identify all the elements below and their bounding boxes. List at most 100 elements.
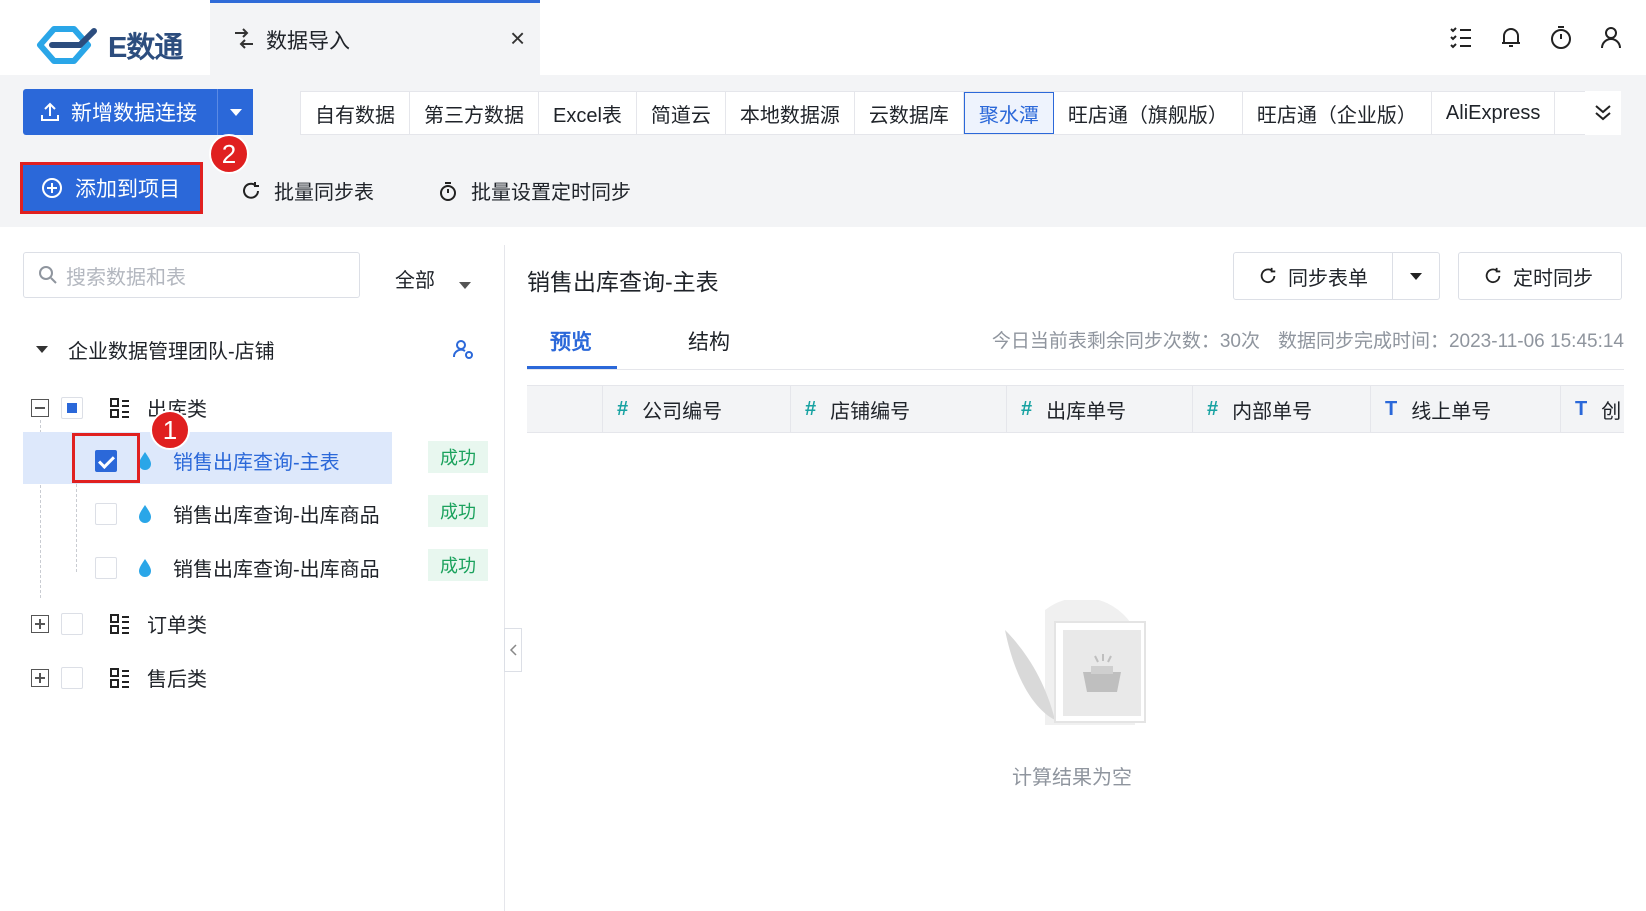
- last-sync-time: 数据同步完成时间：2023-11-06 15:45:14: [1277, 331, 1624, 352]
- user-icon[interactable]: [1598, 24, 1624, 50]
- category-icon: [110, 667, 129, 688]
- collapse-icon[interactable]: [31, 398, 49, 417]
- category-row[interactable]: 售后类: [31, 663, 207, 692]
- remaining-syncs: 今日当前表剩余同步次数：30次: [991, 331, 1260, 352]
- expand-icon[interactable]: [31, 668, 49, 687]
- search-placeholder: 搜索数据和表: [66, 266, 186, 289]
- add-to-project-button[interactable]: 添加到项目: [20, 162, 203, 214]
- category-checkbox[interactable]: [61, 666, 83, 689]
- top-bar: E数通 数据导入 ×: [0, 0, 1646, 75]
- batch-sync-label: 批量同步表: [274, 182, 374, 204]
- sync-form-main[interactable]: 同步表单: [1234, 253, 1394, 299]
- batch-sync-button[interactable]: 批量同步表: [240, 176, 374, 205]
- column-name: 公司编号: [642, 400, 723, 423]
- source-tab[interactable]: 简道云: [637, 92, 726, 134]
- tab-structure[interactable]: 结构: [688, 326, 730, 356]
- table-checkbox[interactable]: [95, 556, 117, 579]
- table-label: 销售出库查询-出库商品: [173, 505, 380, 527]
- sync-form-label: 同步表单: [1288, 267, 1368, 290]
- tab-label: 数据导入: [266, 30, 350, 53]
- refresh-icon: [1260, 267, 1276, 283]
- table-checkbox[interactable]: [95, 502, 117, 525]
- category-icon: [110, 613, 129, 634]
- refresh-icon: [1485, 267, 1501, 283]
- tab-data-import[interactable]: 数据导入 ×: [210, 0, 540, 75]
- column-header[interactable]: # 内部单号: [1192, 386, 1370, 432]
- column-header[interactable]: T 创: [1560, 386, 1624, 432]
- table-row[interactable]: 销售出库查询-出库商品: [95, 553, 380, 582]
- more-sources-button[interactable]: [1585, 91, 1621, 135]
- status-badge: 成功: [428, 495, 488, 527]
- step-badge-2: 2: [209, 134, 249, 174]
- empty-state-text: 计算结果为空: [1012, 767, 1132, 789]
- new-connection-dropdown[interactable]: [217, 89, 253, 135]
- source-tab-active[interactable]: 聚水潭: [963, 92, 1054, 134]
- category-checkbox[interactable]: [61, 612, 83, 635]
- column-name: 出库单号: [1046, 400, 1127, 423]
- bell-icon[interactable]: [1498, 24, 1524, 50]
- annotation-highlight-box: [72, 433, 140, 483]
- plus-circle-icon: [42, 178, 62, 198]
- text-type-icon: T: [1385, 397, 1398, 420]
- jushuitan-icon: [139, 558, 151, 577]
- column-header[interactable]: # 出库单号: [1006, 386, 1192, 432]
- source-tab[interactable]: 旺店通（旗舰版）: [1054, 92, 1243, 134]
- source-tab[interactable]: 自有数据: [301, 92, 410, 134]
- active-tab-indicator: [527, 366, 617, 369]
- category-checkbox[interactable]: [61, 396, 83, 419]
- category-label: 订单类: [147, 615, 207, 637]
- batch-schedule-button[interactable]: 批量设置定时同步: [437, 176, 631, 205]
- column-name: 内部单号: [1232, 400, 1313, 423]
- new-connection-label: 新增数据连接: [71, 102, 197, 125]
- sync-form-dropdown[interactable]: [1393, 253, 1439, 299]
- tree-root[interactable]: 企业数据管理团队-店铺: [36, 335, 275, 364]
- number-type-icon: #: [805, 397, 817, 420]
- table-row[interactable]: 销售出库查询-出库商品: [95, 499, 380, 528]
- caret-down-icon[interactable]: [36, 346, 48, 353]
- category-row[interactable]: 订单类: [31, 609, 207, 638]
- tab-preview[interactable]: 预览: [550, 326, 592, 356]
- top-icon-group: [1448, 24, 1624, 50]
- empty-state-illustration: [1005, 600, 1146, 725]
- batch-schedule-label: 批量设置定时同步: [471, 182, 631, 204]
- table-title: 销售出库查询-主表: [527, 269, 719, 295]
- filter-select[interactable]: 全部: [395, 264, 435, 293]
- expand-icon[interactable]: [31, 614, 49, 633]
- logo-mark-icon: [37, 26, 97, 64]
- upload-icon: [41, 102, 59, 121]
- source-tab[interactable]: 第三方数据: [410, 92, 539, 134]
- scheduled-sync-button[interactable]: 定时同步: [1458, 252, 1622, 300]
- table-label: 销售出库查询-主表: [173, 452, 340, 474]
- app-logo[interactable]: E数通: [34, 24, 183, 66]
- add-to-project-label: 添加到项目: [75, 178, 180, 201]
- logo-text: E数通: [108, 32, 183, 64]
- sync-form-button[interactable]: 同步表单: [1233, 252, 1440, 300]
- column-name: 店铺编号: [830, 400, 911, 423]
- caret-down-icon[interactable]: [459, 282, 471, 289]
- column-header[interactable]: T 线上单号: [1370, 386, 1560, 432]
- source-tab[interactable]: AliExpress: [1432, 92, 1556, 134]
- scheduled-sync-label: 定时同步: [1513, 267, 1593, 290]
- timer-icon[interactable]: [1548, 24, 1574, 50]
- timer-icon: [440, 181, 456, 201]
- user-settings-icon[interactable]: [452, 338, 474, 360]
- list-check-icon[interactable]: [1448, 24, 1474, 50]
- status-badge: 成功: [428, 549, 488, 581]
- collapse-panel-button[interactable]: [504, 628, 522, 672]
- panel-splitter[interactable]: [504, 245, 505, 911]
- search-input[interactable]: 搜索数据和表: [23, 252, 360, 298]
- column-name: 线上单号: [1411, 400, 1492, 423]
- table-label: 销售出库查询-出库商品: [173, 559, 380, 581]
- column-name: 创: [1601, 400, 1622, 423]
- text-type-icon: T: [1575, 397, 1588, 420]
- tree-guide-line: [76, 484, 77, 572]
- status-badge: 成功: [428, 441, 488, 473]
- source-tab[interactable]: 云数据库: [855, 92, 964, 134]
- column-header[interactable]: # 店铺编号: [790, 386, 1006, 432]
- row-number-header: [527, 386, 602, 432]
- close-icon[interactable]: ×: [510, 23, 525, 54]
- source-tab[interactable]: 旺店通（企业版）: [1243, 92, 1432, 134]
- source-tab[interactable]: 本地数据源: [726, 92, 855, 134]
- source-tab[interactable]: Excel表: [539, 92, 637, 134]
- column-header[interactable]: # 公司编号: [602, 386, 790, 432]
